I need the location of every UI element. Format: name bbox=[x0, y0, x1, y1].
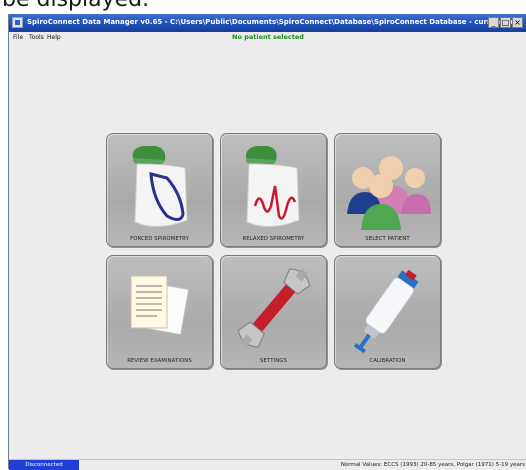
select-patient-button[interactable]: SELECT PATIENT bbox=[334, 133, 441, 247]
review-examinations-button[interactable]: REVIEW EXAMINATIONS bbox=[106, 255, 213, 369]
menu-bar: No patient selected File Tools Help bbox=[9, 32, 526, 43]
window-controls: _ □ × bbox=[488, 17, 523, 28]
documents-icon bbox=[130, 275, 190, 336]
status-bar: Disconnected Normal Values: ECCS (1993) … bbox=[9, 459, 526, 470]
window-title: SpiroConnect Data Manager v0.65 - C:\Use… bbox=[27, 18, 520, 26]
calibration-button[interactable]: CALIBRATION bbox=[334, 255, 441, 369]
forced-spirometry-button[interactable]: FORCED SPIROMETRY bbox=[106, 133, 213, 247]
settings-button[interactable]: SETTINGS bbox=[220, 255, 327, 369]
app-window: SpiroConnect Data Manager v0.65 - C:\Use… bbox=[8, 14, 526, 470]
menu-tools[interactable]: Tools bbox=[29, 32, 44, 43]
maximize-button[interactable]: □ bbox=[500, 17, 511, 28]
calibration-syringe-icon bbox=[353, 269, 419, 354]
tile-label: SETTINGS bbox=[260, 358, 287, 364]
minimize-button[interactable]: _ bbox=[488, 17, 499, 28]
menu-file[interactable]: File bbox=[13, 32, 23, 43]
tile-label: CALIBRATION bbox=[369, 358, 406, 364]
forced-spirometry-icon bbox=[132, 146, 188, 227]
relaxed-spirometry-button[interactable]: RELAXED SPIROMETRY bbox=[220, 133, 327, 247]
document-caption-fragment: be displayed. bbox=[0, 0, 526, 14]
patients-icon bbox=[347, 156, 431, 230]
tile-label: RELAXED SPIROMETRY bbox=[242, 236, 305, 242]
tile-label: SELECT PATIENT bbox=[365, 236, 410, 242]
menu-help[interactable]: Help bbox=[47, 32, 61, 43]
app-icon bbox=[12, 17, 23, 28]
wrench-icon bbox=[237, 268, 311, 348]
main-menu-grid: FORCED SPIROMETRY RELAXED SPIROMETRY SEL… bbox=[106, 133, 442, 378]
patient-status: No patient selected bbox=[232, 33, 304, 41]
tile-label: REVIEW EXAMINATIONS bbox=[127, 358, 192, 364]
relaxed-spirometry-icon bbox=[245, 146, 300, 227]
tile-label: FORCED SPIROMETRY bbox=[130, 236, 189, 242]
close-button[interactable]: × bbox=[512, 17, 523, 28]
title-bar[interactable]: SpiroConnect Data Manager v0.65 - C:\Use… bbox=[9, 14, 526, 32]
